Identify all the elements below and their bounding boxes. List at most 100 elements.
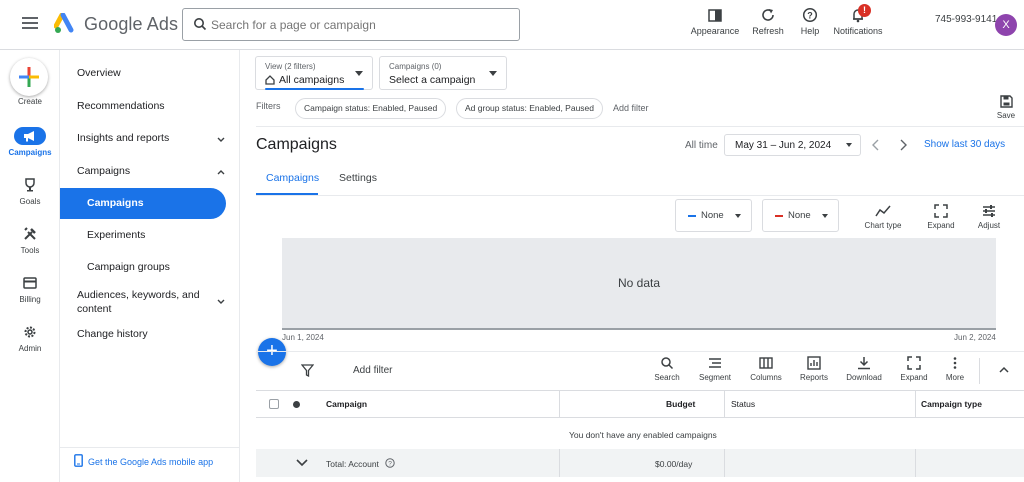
- adjust-label: Adjust: [977, 221, 1001, 230]
- filter-icon[interactable]: [301, 364, 314, 377]
- column-header-campaign-type[interactable]: Campaign type: [921, 399, 982, 409]
- gear-icon: [24, 326, 36, 338]
- appearance-label: Appearance: [690, 26, 740, 36]
- rail-item-tools[interactable]: Tools: [0, 225, 60, 255]
- tune-icon: [983, 205, 995, 217]
- more-label: More: [945, 373, 965, 382]
- nav-label-change-history: Change history: [77, 328, 148, 340]
- chart-type-button[interactable]: Chart type: [860, 204, 906, 230]
- nav-sub-label-campaigns: Campaigns: [87, 197, 144, 209]
- avatar[interactable]: X: [995, 14, 1017, 36]
- help-icon: ?: [802, 7, 818, 23]
- create-button[interactable]: [10, 58, 48, 96]
- google-ads-logo[interactable]: [54, 13, 78, 35]
- search-input[interactable]: [211, 15, 511, 35]
- nav-sub-experiments[interactable]: Experiments: [60, 220, 226, 251]
- metric-color-swatch: [775, 215, 783, 217]
- megaphone-icon: [24, 131, 34, 142]
- help-button[interactable]: ? Help: [795, 7, 825, 36]
- table-segment-button[interactable]: Segment: [695, 356, 735, 382]
- rail-item-admin[interactable]: Admin: [0, 323, 60, 353]
- metric-color-swatch: [688, 215, 696, 217]
- help-label: Help: [800, 26, 820, 36]
- mobile-app-link[interactable]: Get the Google Ads mobile app: [74, 454, 213, 467]
- account-id[interactable]: 745-993-9141: [935, 14, 997, 25]
- caret-down-icon: [489, 71, 497, 76]
- tab-campaigns[interactable]: Campaigns: [266, 172, 319, 184]
- column-header-status[interactable]: Status: [731, 399, 755, 409]
- select-all-checkbox[interactable]: [269, 399, 279, 409]
- nav-item-recommendations[interactable]: Recommendations: [60, 100, 230, 112]
- toolbar-separator: [979, 358, 980, 384]
- view-dropdown[interactable]: View (2 filters) All campaigns: [255, 56, 373, 90]
- table-reports-button[interactable]: Reports: [796, 356, 832, 382]
- chart-adjust-button[interactable]: Adjust: [973, 204, 1005, 230]
- chevron-down-icon[interactable]: [296, 458, 308, 468]
- status-dot-icon: [293, 401, 300, 408]
- nav-label-campaigns: Campaigns: [77, 165, 131, 177]
- rail-item-goals[interactable]: Goals: [0, 176, 60, 206]
- search-icon: [194, 18, 207, 31]
- nav-sub-label-experiments: Experiments: [87, 229, 146, 241]
- nav-item-campaigns[interactable]: Campaigns: [60, 165, 230, 177]
- column-header-campaign[interactable]: Campaign: [326, 399, 367, 409]
- menu-icon[interactable]: [22, 17, 38, 29]
- caret-down-icon: [735, 214, 741, 218]
- save-label: Save: [996, 111, 1016, 120]
- date-range-picker[interactable]: May 31 – Jun 2, 2024: [724, 134, 861, 156]
- filter-chip-campaign-status[interactable]: Campaign status: Enabled, Paused: [295, 98, 447, 119]
- rail-item-billing[interactable]: Billing: [0, 274, 60, 304]
- divider: [256, 126, 1024, 127]
- table-add-filter[interactable]: Add filter: [353, 365, 392, 376]
- chip-label: Campaign status: Enabled, Paused: [304, 103, 438, 113]
- nav-item-audiences[interactable]: Audiences, keywords, and content: [60, 288, 225, 316]
- search-label: Search: [654, 373, 680, 382]
- metric-selector-1[interactable]: None: [675, 199, 752, 232]
- tab-settings[interactable]: Settings: [339, 172, 377, 184]
- nav-item-overview[interactable]: Overview: [60, 67, 230, 79]
- tools-icon: [24, 227, 36, 240]
- table-search-button[interactable]: Search: [649, 356, 685, 382]
- empty-table-message: You don't have any enabled campaigns: [569, 430, 717, 440]
- svg-text:?: ?: [807, 11, 813, 21]
- expand-label: Expand: [900, 373, 928, 382]
- rail-label-goals: Goals: [19, 197, 41, 206]
- help-icon[interactable]: ?: [385, 458, 395, 468]
- chart-area: No data: [282, 238, 996, 328]
- nav-item-change-history[interactable]: Change history: [60, 328, 230, 340]
- search-box[interactable]: [182, 8, 520, 41]
- add-filter-link[interactable]: Add filter: [613, 103, 649, 113]
- refresh-button[interactable]: Refresh: [748, 7, 788, 36]
- column-header-budget[interactable]: Budget: [666, 399, 695, 409]
- chart-x-axis: [282, 328, 996, 330]
- rail-item-campaigns[interactable]: Campaigns: [0, 127, 60, 157]
- nav-label-insights: Insights and reports: [77, 132, 170, 144]
- chevron-down-icon: [217, 299, 225, 304]
- table-columns-button[interactable]: Columns: [746, 356, 786, 382]
- chevron-left-icon[interactable]: [871, 139, 881, 151]
- divider: [256, 351, 1024, 352]
- nav-sub-campaigns[interactable]: Campaigns: [60, 188, 226, 219]
- chevron-right-icon[interactable]: [898, 139, 908, 151]
- table-expand-button[interactable]: Expand: [896, 356, 932, 382]
- table-more-button[interactable]: More: [940, 356, 970, 382]
- nav-item-insights[interactable]: Insights and reports: [60, 132, 230, 144]
- add-campaign-button[interactable]: +: [258, 338, 286, 366]
- filter-chip-ad-group-status[interactable]: Ad group status: Enabled, Paused: [456, 98, 604, 119]
- save-button[interactable]: Save: [995, 95, 1017, 120]
- column-divider: [559, 391, 560, 418]
- campaign-dropdown[interactable]: Campaigns (0) Select a campaign: [379, 56, 507, 90]
- table-download-button[interactable]: Download: [842, 356, 886, 382]
- chart-expand-button[interactable]: Expand: [923, 204, 959, 230]
- nav-label-overview: Overview: [77, 67, 121, 79]
- metric-selector-2[interactable]: None: [762, 199, 839, 232]
- brand-name: Google Ads: [84, 14, 179, 34]
- metric-label: None: [788, 210, 811, 221]
- nav-sub-campaign-groups[interactable]: Campaign groups: [60, 252, 226, 283]
- appearance-button[interactable]: Appearance: [690, 7, 740, 36]
- home-icon: [265, 75, 275, 85]
- show-last-30-days-link[interactable]: Show last 30 days: [924, 139, 1005, 150]
- nav-label-recommendations: Recommendations: [77, 100, 165, 112]
- chevron-up-icon[interactable]: [998, 364, 1010, 376]
- left-rail: Create Campaigns Goals Tools Billing Adm…: [0, 50, 60, 482]
